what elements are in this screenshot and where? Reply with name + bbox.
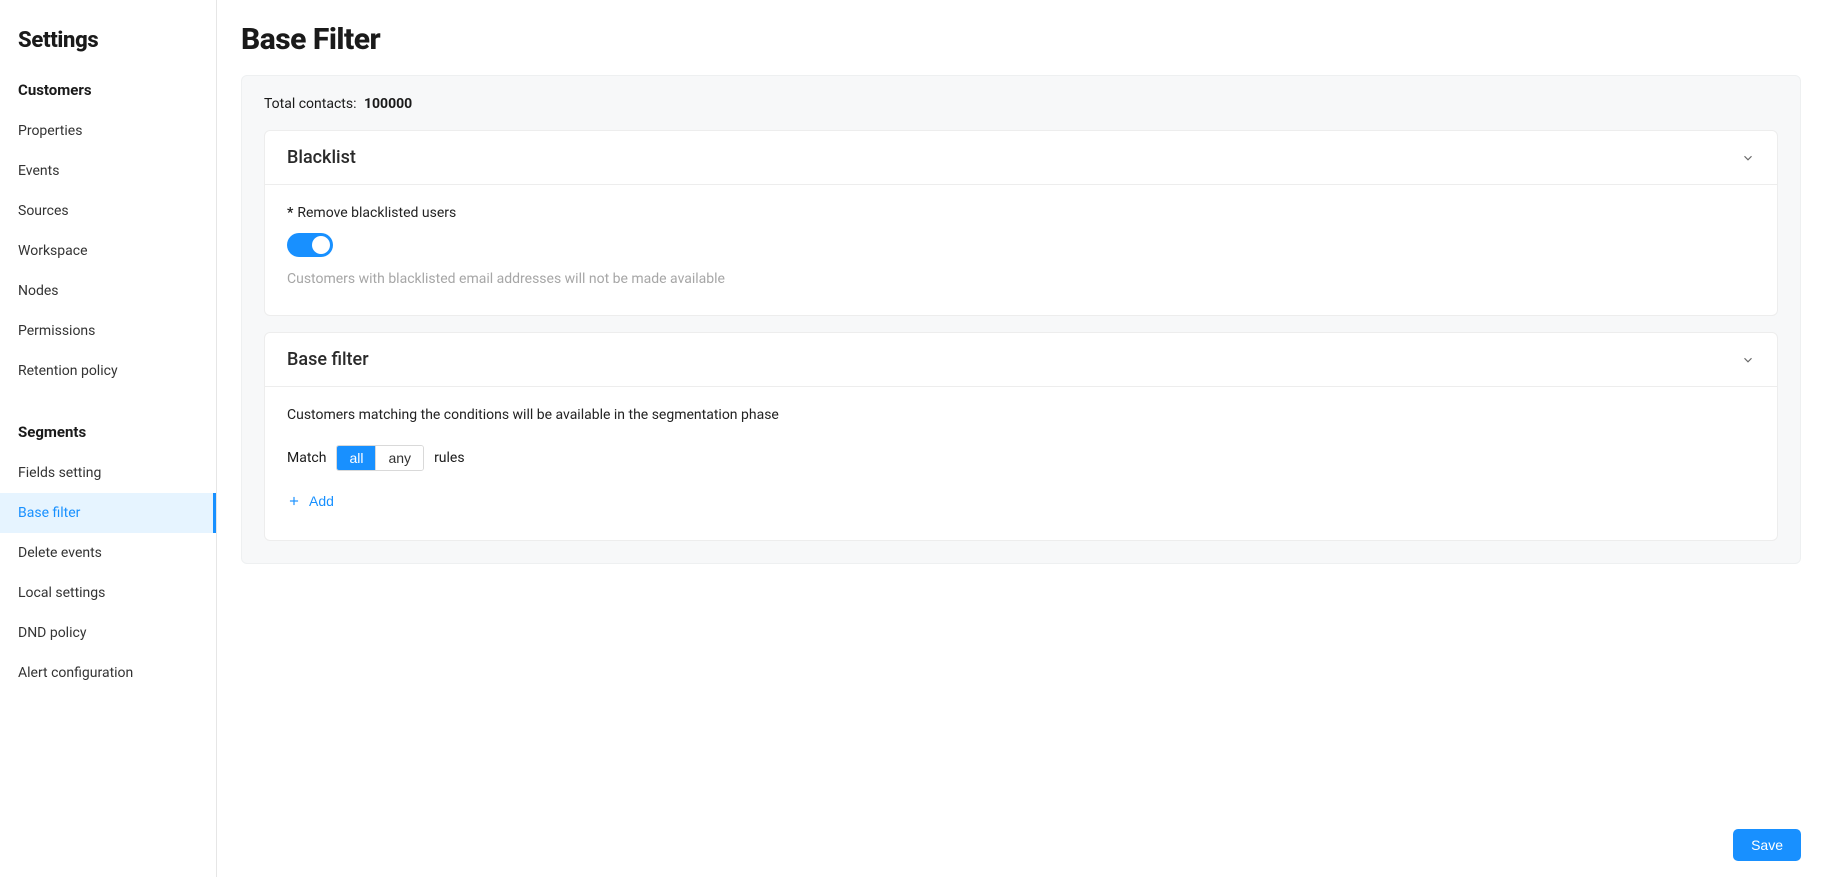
save-button[interactable]: Save <box>1733 829 1801 861</box>
sidebar-item-label: Fields setting <box>18 465 101 481</box>
blacklist-panel: Blacklist * Remove blacklisted users <box>264 130 1778 316</box>
sidebar-item-delete-events[interactable]: Delete events <box>0 533 216 573</box>
match-any-button[interactable]: any <box>375 446 423 470</box>
add-rule-label: Add <box>309 493 334 509</box>
sidebar-item-workspace[interactable]: Workspace <box>0 231 216 271</box>
blacklist-panel-title: Blacklist <box>287 147 356 168</box>
match-label-post: rules <box>434 450 465 466</box>
sidebar-item-permissions[interactable]: Permissions <box>0 311 216 351</box>
chevron-down-icon <box>1741 353 1755 367</box>
total-contacts-value: 100000 <box>364 96 412 112</box>
plus-icon <box>287 494 301 508</box>
settings-sidebar: Settings Customers Properties Events Sou… <box>0 0 217 877</box>
page-title: Base Filter <box>241 22 1801 57</box>
required-asterisk: * <box>287 205 293 221</box>
sidebar-item-label: Delete events <box>18 545 102 561</box>
sidebar-title: Settings <box>0 28 216 71</box>
blacklist-panel-header[interactable]: Blacklist <box>265 131 1777 185</box>
remove-blacklisted-toggle[interactable] <box>287 233 333 257</box>
sidebar-section-customers: Customers <box>0 71 216 111</box>
sidebar-item-nodes[interactable]: Nodes <box>0 271 216 311</box>
sidebar-item-dnd-policy[interactable]: DND policy <box>0 613 216 653</box>
sidebar-item-label: Local settings <box>18 585 105 601</box>
sidebar-item-label: Base filter <box>18 505 80 521</box>
sidebar-item-base-filter[interactable]: Base filter <box>0 493 216 533</box>
sidebar-item-label: Retention policy <box>18 363 118 379</box>
match-label-pre: Match <box>287 450 326 466</box>
sidebar-item-label: Nodes <box>18 283 59 299</box>
base-filter-description: Customers matching the conditions will b… <box>287 407 1755 423</box>
sidebar-item-sources[interactable]: Sources <box>0 191 216 231</box>
base-filter-panel-header[interactable]: Base filter <box>265 333 1777 387</box>
sidebar-item-retention-policy[interactable]: Retention policy <box>0 351 216 391</box>
sidebar-item-label: DND policy <box>18 625 86 641</box>
match-rules-row: Match all any rules <box>287 445 1755 471</box>
footer-bar: Save <box>217 813 1825 877</box>
stats-container: Total contacts: 100000 Blacklist * <box>241 75 1801 564</box>
toggle-knob <box>312 236 330 254</box>
field-label-text: Remove blacklisted users <box>297 205 456 221</box>
sidebar-item-alert-configuration[interactable]: Alert configuration <box>0 653 216 693</box>
main-content: Base Filter Total contacts: 100000 Black… <box>217 0 1825 877</box>
match-mode-segmented: all any <box>336 445 424 471</box>
chevron-down-icon <box>1741 151 1755 165</box>
sidebar-item-label: Workspace <box>18 243 88 259</box>
blacklist-panel-body: * Remove blacklisted users Customers wit… <box>265 185 1777 315</box>
sidebar-item-label: Events <box>18 163 59 179</box>
sidebar-item-properties[interactable]: Properties <box>0 111 216 151</box>
remove-blacklisted-label: * Remove blacklisted users <box>287 205 1755 221</box>
base-filter-panel-body: Customers matching the conditions will b… <box>265 387 1777 540</box>
sidebar-item-label: Sources <box>18 203 69 219</box>
sidebar-item-local-settings[interactable]: Local settings <box>0 573 216 613</box>
base-filter-panel: Base filter Customers matching the condi… <box>264 332 1778 541</box>
add-rule-button[interactable]: Add <box>287 493 334 509</box>
sidebar-item-label: Permissions <box>18 323 95 339</box>
total-contacts-label: Total contacts: <box>264 96 357 112</box>
match-all-button[interactable]: all <box>337 446 375 470</box>
sidebar-item-events[interactable]: Events <box>0 151 216 191</box>
sidebar-item-label: Alert configuration <box>18 665 133 681</box>
sidebar-section-segments: Segments <box>0 413 216 453</box>
base-filter-panel-title: Base filter <box>287 349 369 370</box>
sidebar-item-label: Properties <box>18 123 82 139</box>
total-contacts: Total contacts: 100000 <box>264 96 1778 112</box>
sidebar-item-fields-setting[interactable]: Fields setting <box>0 453 216 493</box>
blacklist-help-text: Customers with blacklisted email address… <box>287 271 1755 287</box>
